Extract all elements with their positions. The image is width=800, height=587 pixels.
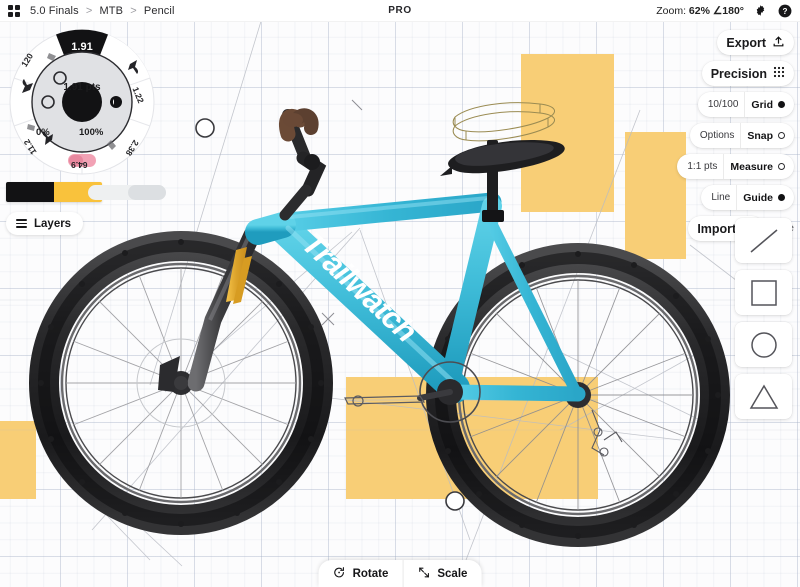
angle-value: ∠180° xyxy=(712,4,744,17)
app-root: Trailwatch 5.0 Finals > MTB > Pencil PRO… xyxy=(0,0,800,587)
right-panel: Export Precision 10/100 Grid Options Sna… xyxy=(677,30,794,241)
hamburger-icon xyxy=(16,219,27,228)
measure-label: Measure xyxy=(730,160,773,173)
upload-icon xyxy=(772,35,785,51)
measure-state-dot xyxy=(778,163,785,170)
slider-knob[interactable] xyxy=(128,185,166,200)
setting-row-grid[interactable]: 10/100 Grid xyxy=(697,92,794,117)
guide-state-dot xyxy=(778,194,785,201)
grid-value: 10/100 xyxy=(707,99,739,110)
swatch-primary[interactable] xyxy=(6,182,54,202)
layers-label: Layers xyxy=(34,217,72,230)
grid-toggle[interactable]: Grid xyxy=(744,92,794,117)
line-tool[interactable] xyxy=(735,218,792,263)
grid-label: Grid xyxy=(751,98,773,111)
import-label: Import xyxy=(697,221,737,236)
page-title: PRO xyxy=(388,5,412,16)
zoom-value: 62% xyxy=(688,4,710,17)
guide-label: Guide xyxy=(743,191,773,204)
setting-row-snap[interactable]: Options Snap xyxy=(689,123,794,148)
breadcrumb-separator-1: > xyxy=(130,4,137,17)
rotate-button[interactable]: Rotate xyxy=(319,560,403,587)
rotate-label: Rotate xyxy=(352,567,389,580)
breadcrumb-separator-0: > xyxy=(85,4,93,17)
snap-state-dot xyxy=(778,132,785,139)
triangle-tool[interactable] xyxy=(735,374,792,419)
svg-text:?: ? xyxy=(782,6,787,15)
top-header: 5.0 Finals > MTB > Pencil PRO Zoom: 62% … xyxy=(0,0,800,22)
setting-row-guide[interactable]: Line Guide xyxy=(701,185,794,210)
grid-dots-icon xyxy=(773,66,785,81)
scale-icon xyxy=(417,566,430,582)
opacity-slider[interactable] xyxy=(88,185,166,200)
help-icon[interactable]: ? xyxy=(777,3,792,18)
gear-icon[interactable] xyxy=(753,3,768,18)
measure-toggle[interactable]: Measure xyxy=(723,154,794,179)
radial-dial[interactable]: 1.91 1.91 pts 0% 100% 120 1.22 2.38 64.9… xyxy=(8,28,156,176)
breadcrumb-item-2[interactable]: Pencil xyxy=(144,5,175,17)
breadcrumb-item-0[interactable]: 5.0 Finals xyxy=(30,5,79,17)
zoom-indicator[interactable]: Zoom: 62% ∠180° xyxy=(656,5,744,17)
precision-label: Precision xyxy=(710,66,767,81)
setting-row-measure[interactable]: 1:1 pts Measure xyxy=(677,154,794,179)
export-button[interactable]: Export xyxy=(717,30,794,55)
snap-value: Options xyxy=(699,130,735,141)
guide-value: Line xyxy=(711,192,731,203)
header-right-controls: Zoom: 62% ∠180° ? xyxy=(656,3,792,18)
bottom-toolbar: Rotate Scale xyxy=(318,560,482,587)
dial-max-label: 100% xyxy=(79,127,104,138)
breadcrumb-item-1[interactable]: MTB xyxy=(100,5,124,17)
grid-apps-icon[interactable] xyxy=(8,4,20,17)
shape-tool-stack xyxy=(735,218,792,419)
snap-label: Snap xyxy=(747,129,773,142)
handlebar xyxy=(279,108,327,221)
square-tool[interactable] xyxy=(735,270,792,315)
precision-button[interactable]: Precision xyxy=(701,61,794,86)
scale-button[interactable]: Scale xyxy=(402,560,481,587)
dial-min-label: 0% xyxy=(36,127,50,138)
scale-label: Scale xyxy=(437,567,468,580)
breadcrumb[interactable]: 5.0 Finals > MTB > Pencil xyxy=(30,5,174,17)
circle-tool[interactable] xyxy=(735,322,792,367)
layers-button[interactable]: Layers xyxy=(6,212,84,235)
grid-state-dot xyxy=(778,101,785,108)
measure-value: 1:1 pts xyxy=(687,161,718,172)
snap-toggle[interactable]: Snap xyxy=(740,123,794,148)
rotate-icon xyxy=(333,566,346,582)
export-label: Export xyxy=(726,35,766,50)
guide-toggle[interactable]: Guide xyxy=(736,185,794,210)
zoom-prefix: Zoom: xyxy=(656,4,686,17)
